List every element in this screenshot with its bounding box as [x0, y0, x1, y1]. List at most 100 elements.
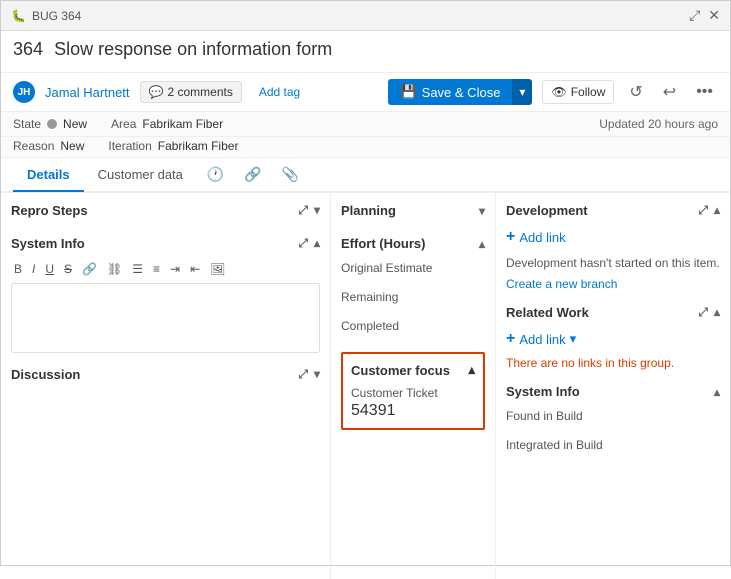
discussion-header: Discussion ⤢ ▾	[11, 367, 320, 386]
ul-btn[interactable]: ☰	[129, 261, 146, 277]
iteration-item: Iteration Fabrikam Fiber	[108, 139, 238, 153]
create-branch-link[interactable]: Create a new branch	[506, 277, 617, 291]
effort-label: Effort (Hours)	[341, 236, 426, 251]
collapse-dev-icon[interactable]: ▴	[714, 203, 720, 218]
expand-related-icon[interactable]: ⤢	[698, 305, 708, 320]
system-info-editor[interactable]	[11, 283, 320, 353]
history-tab-icon[interactable]: 🕐	[197, 158, 234, 191]
save-icon: 💾	[400, 84, 416, 100]
underline-btn[interactable]: U	[42, 261, 57, 277]
add-link-dropdown-button[interactable]: + Add link ▾	[506, 330, 720, 348]
collapse-sysinfo-icon[interactable]: ▴	[314, 236, 320, 251]
reason-value[interactable]: New	[60, 139, 84, 153]
remaining-row: Remaining	[341, 290, 485, 309]
undo-button[interactable]: ↩	[658, 80, 681, 104]
bold-btn[interactable]: B	[11, 261, 25, 277]
completed-value[interactable]	[341, 335, 485, 338]
meta-bar-2: Reason New Iteration Fabrikam Fiber	[1, 137, 730, 158]
add-tag-button[interactable]: Add tag	[252, 81, 307, 103]
area-value[interactable]: Fabrikam Fiber	[142, 117, 223, 131]
italic-btn[interactable]: I	[29, 261, 38, 277]
link2-btn[interactable]: ⛓	[104, 261, 125, 277]
collapse-discussion-icon[interactable]: ▾	[314, 367, 320, 382]
image-btn[interactable]: 🖼	[207, 261, 228, 277]
development-controls: ⤢ ▴	[698, 203, 720, 218]
add-link-button[interactable]: + Add link	[506, 228, 720, 246]
outdent-btn[interactable]: ⇤	[187, 261, 203, 277]
tab-details[interactable]: Details	[13, 159, 84, 192]
follow-button[interactable]: 👁 Follow	[542, 80, 614, 104]
expand-repro-icon[interactable]: ⤢	[298, 203, 308, 218]
save-close-button[interactable]: 💾 Save & Close	[388, 79, 512, 105]
tab-customer-data[interactable]: Customer data	[84, 159, 197, 192]
iteration-value[interactable]: Fabrikam Fiber	[158, 139, 239, 153]
indent-btn[interactable]: ⇥	[167, 261, 183, 277]
add-link-drop-label: Add link	[519, 332, 565, 347]
integrated-in-build-value[interactable]	[506, 454, 720, 457]
effort-header: Effort (Hours) ▴	[341, 236, 485, 255]
comments-icon: 💬	[149, 85, 164, 99]
ol-btn[interactable]: ≡	[150, 261, 163, 277]
integrated-in-build-label: Integrated in Build	[506, 438, 720, 452]
related-work-header: Related Work ⤢ ▴	[506, 305, 720, 324]
close-icon[interactable]: ✕	[708, 7, 720, 24]
customer-ticket-value[interactable]: 54391	[351, 402, 475, 420]
title-bar-text: BUG 364	[32, 9, 689, 23]
system-info-right-controls: ▴	[714, 385, 720, 399]
area-label: Area	[111, 117, 136, 131]
collapse-planning-icon[interactable]: ▾	[479, 204, 485, 218]
link-tab-icon[interactable]: 🔗	[234, 158, 271, 191]
system-info-section: System Info ⤢ ▴ B I U S 🔗 ⛓ ☰ ≡ ⇥ ⇤ 🖼	[11, 236, 320, 353]
expand-dev-icon[interactable]: ⤢	[698, 203, 708, 218]
remaining-label: Remaining	[341, 290, 485, 304]
rich-text-toolbar: B I U S 🔗 ⛓ ☰ ≡ ⇥ ⇤ 🖼	[11, 261, 320, 277]
collapse-repro-icon[interactable]: ▾	[314, 203, 320, 218]
more-button[interactable]: •••	[691, 81, 718, 103]
refresh-button[interactable]: ↺	[624, 80, 647, 104]
system-info-right-header: System Info ▴	[506, 384, 720, 403]
related-work-controls: ⤢ ▴	[698, 305, 720, 320]
bug-id: 364	[13, 39, 43, 59]
discussion-controls: ⤢ ▾	[298, 367, 320, 382]
tabs-bar: Details Customer data 🕐 🔗 📎	[1, 158, 730, 193]
collapse-customer-focus-icon[interactable]: ▴	[468, 362, 475, 378]
left-panel: Repro Steps ⤢ ▾ System Info ⤢ ▴ B I U S	[1, 193, 331, 579]
add-link-label: Add link	[519, 230, 565, 245]
strikethrough-btn[interactable]: S	[61, 261, 75, 277]
comments-button[interactable]: 💬 2 comments	[140, 81, 242, 103]
original-estimate-value[interactable]	[341, 277, 485, 280]
plus-icon: +	[506, 228, 515, 246]
found-in-build-value[interactable]	[506, 425, 720, 428]
planning-section: Planning ▾	[341, 203, 485, 222]
discussion-section: Discussion ⤢ ▾	[11, 367, 320, 386]
original-estimate-row: Original Estimate	[341, 261, 485, 280]
expand-discussion-icon[interactable]: ⤢	[298, 367, 308, 382]
collapse-related-icon[interactable]: ▴	[714, 305, 720, 320]
customer-focus-label: Customer focus	[351, 363, 450, 378]
remaining-value[interactable]	[341, 306, 485, 309]
user-name[interactable]: Jamal Hartnett	[45, 85, 130, 100]
collapse-effort-icon[interactable]: ▴	[479, 237, 485, 251]
completed-row: Completed	[341, 319, 485, 338]
area-item: Area Fabrikam Fiber	[111, 117, 223, 131]
found-in-build-row: Found in Build	[506, 409, 720, 428]
title-bar: 🐛 BUG 364 ⤢ ✕	[1, 1, 730, 31]
title-bar-controls: ⤢ ✕	[689, 7, 720, 24]
expand-icon[interactable]: ⤢	[689, 7, 700, 24]
repro-steps-label: Repro Steps	[11, 203, 88, 218]
state-value[interactable]: New	[63, 117, 87, 131]
collapse-sysinfo-right-icon[interactable]: ▴	[714, 385, 720, 399]
save-close-dropdown[interactable]: ▾	[512, 79, 532, 105]
attach-tab-icon[interactable]: 📎	[272, 158, 309, 191]
bug-title-text: Slow response on information form	[54, 39, 332, 59]
reason-item: Reason New	[13, 139, 84, 153]
header-section: 364 Slow response on information form	[1, 31, 730, 73]
save-close-label: Save & Close	[422, 85, 501, 100]
system-info-right-label: System Info	[506, 384, 580, 399]
effort-section: Effort (Hours) ▴ Original Estimate Remai…	[341, 236, 485, 338]
link-btn[interactable]: 🔗	[79, 261, 100, 277]
iteration-label: Iteration	[108, 139, 151, 153]
original-estimate-label: Original Estimate	[341, 261, 485, 275]
expand-sysinfo-icon[interactable]: ⤢	[298, 236, 308, 251]
avatar: JH	[13, 81, 35, 103]
